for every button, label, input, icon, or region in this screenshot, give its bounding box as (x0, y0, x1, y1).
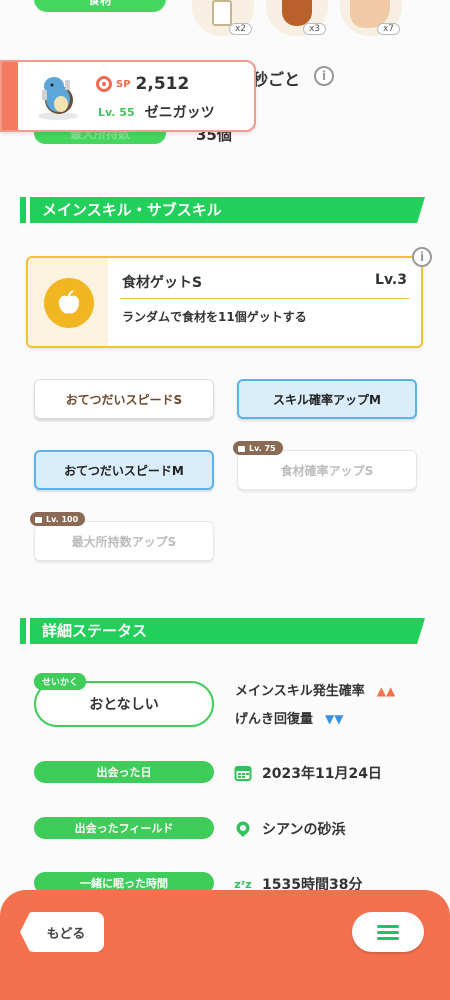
info-icon[interactable]: i (314, 66, 334, 86)
nature-label: せいかく (34, 673, 87, 690)
met-field-value: シアンの砂浜 (234, 819, 345, 839)
section-title: 詳細ステータス (30, 618, 425, 644)
pokemon-summary-card: SP 2,512 Lv. 55 ゼニガッツ (0, 60, 256, 132)
nature-up-effect: メインスキル発生確率 ▲▲ (235, 684, 396, 699)
apple-icon (44, 278, 94, 328)
pokemon-sprite-icon (38, 77, 78, 120)
sub-skill-3[interactable]: おてつだいスピードM (34, 450, 214, 490)
lock-badge-lv100: Lv. 100 (30, 512, 86, 526)
section-tab (20, 618, 26, 644)
ingredient-count: x2 (228, 23, 252, 35)
down-arrows-icon: ▼▼ (325, 712, 344, 726)
location-icon (234, 820, 252, 838)
main-skill-level: Lv.3 (375, 272, 407, 288)
up-arrows-icon: ▲▲ (376, 684, 396, 698)
lock-badge-lv75: Lv. 75 (233, 441, 283, 455)
met-field-label: 出会ったフィールド (34, 817, 214, 839)
divider (120, 298, 409, 299)
sp-label: SP (116, 78, 131, 90)
met-date-label: 出会った日 (34, 761, 214, 783)
lock-icon (238, 446, 245, 452)
main-skill-card[interactable]: 食材ゲットS Lv.3 ランダムで食材を11個ゲットする (26, 256, 423, 348)
lock-icon (35, 517, 42, 523)
ingredient-cacao[interactable]: x3 (266, 0, 328, 36)
ingredient-label: 食材 (34, 0, 166, 12)
sub-skill-2[interactable]: スキル確率アップM (237, 379, 417, 419)
calendar-icon (234, 764, 252, 782)
ingredient-potato[interactable]: x7 (340, 0, 402, 36)
ingredient-count: x3 (302, 23, 326, 35)
main-skill-icon-panel (28, 258, 108, 346)
met-date-value: 2023年11月24日 (234, 763, 382, 783)
bottom-navigation-bar: もどる (0, 890, 450, 1000)
ingredient-milk[interactable]: x2 (192, 0, 254, 36)
details-section-header: 詳細ステータス (20, 618, 425, 644)
back-button[interactable]: もどる (20, 912, 104, 952)
skills-section-header: メインスキル・サブスキル (20, 197, 425, 223)
sp-icon (96, 76, 112, 92)
menu-button[interactable] (352, 912, 424, 952)
skill-info-icon[interactable]: i (412, 247, 432, 267)
hamburger-icon (377, 922, 399, 943)
pokemon-level: Lv. 55 (98, 105, 135, 119)
section-tab (20, 197, 26, 223)
sub-skill-4[interactable]: 食材確率アップS (237, 450, 417, 490)
milk-icon (212, 0, 232, 26)
help-interval-partial: 秒ごと (252, 70, 301, 89)
sub-skill-5[interactable]: 最大所持数アップS (34, 521, 214, 561)
nature-down-effect: げんき回復量 ▼▼ (235, 712, 344, 727)
sp-value: 2,512 (135, 74, 190, 94)
pokemon-name: ゼニガッツ (144, 105, 215, 121)
main-skill-name: 食材ゲットS (122, 275, 203, 291)
main-skill-description: ランダムで食材を11個ゲットする (122, 310, 307, 324)
sp-row: SP 2,512 (96, 74, 189, 94)
level-row: Lv. 55 ゼニガッツ (98, 102, 215, 122)
sub-skill-1[interactable]: おてつだいスピードS (34, 379, 214, 419)
ingredient-count: x7 (376, 23, 400, 35)
section-title: メインスキル・サブスキル (30, 197, 425, 223)
card-accent (2, 62, 18, 130)
